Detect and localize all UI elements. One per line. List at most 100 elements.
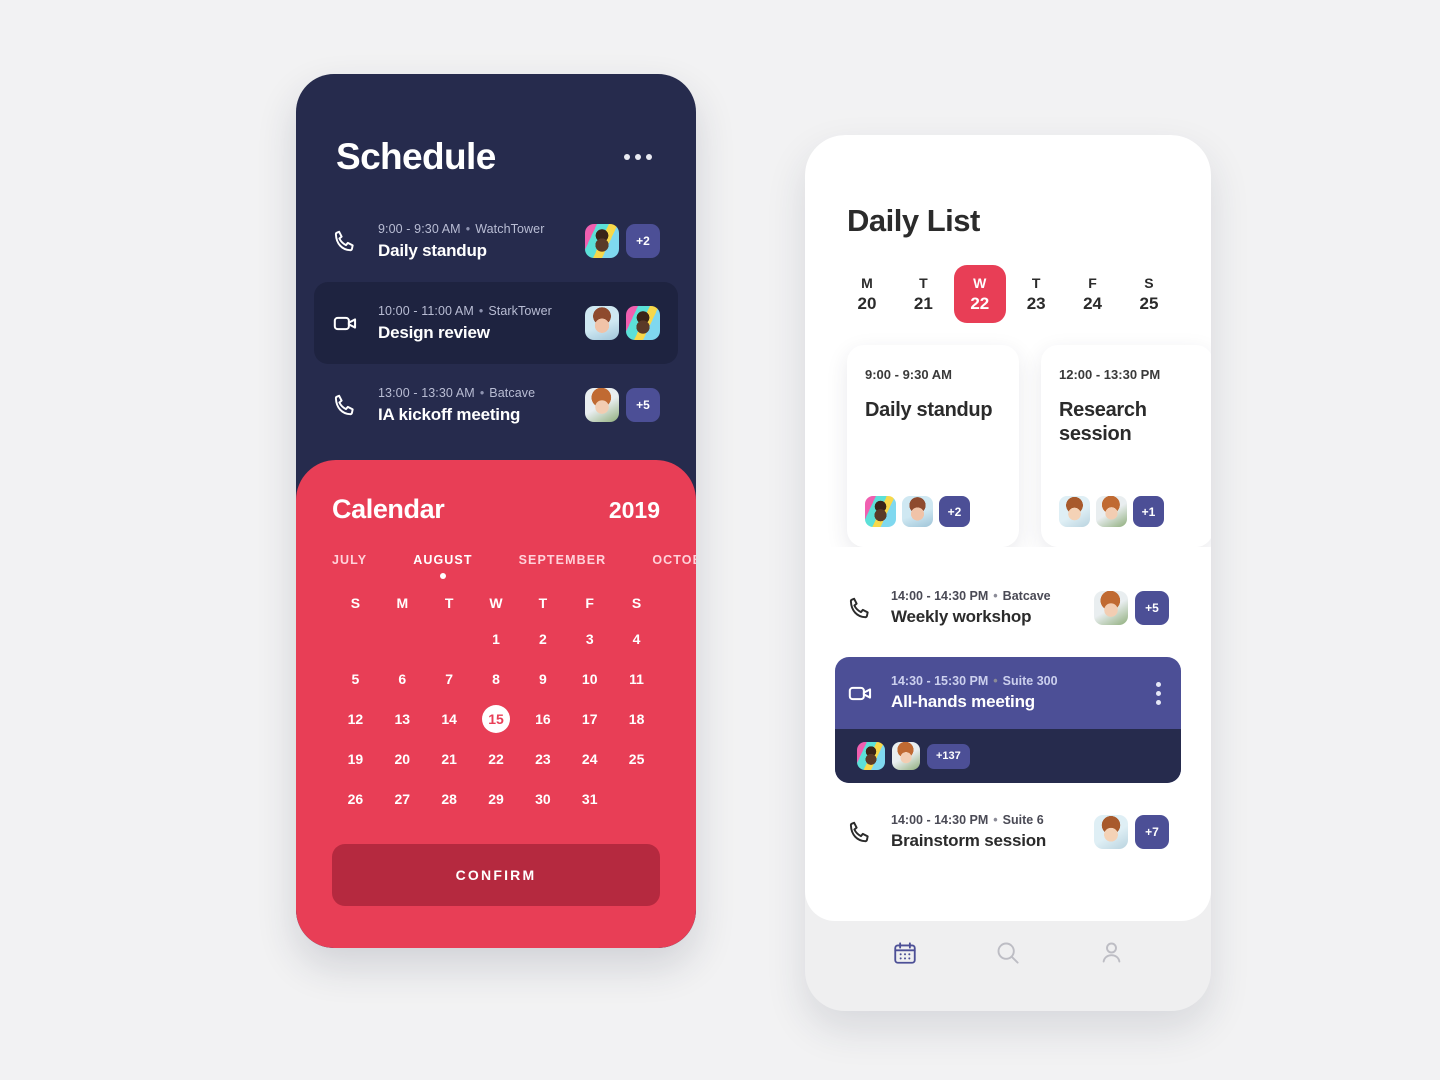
attendee-avatars[interactable]: +1	[1059, 496, 1195, 527]
month-tab-july[interactable]: JULY	[332, 553, 367, 579]
calendar-day[interactable]: 22	[473, 745, 520, 773]
attendee-avatars[interactable]	[585, 306, 660, 340]
day-selector-item-24[interactable]: F 24	[1067, 265, 1119, 323]
day-letter: F	[1088, 274, 1097, 291]
avatar	[1096, 496, 1127, 527]
month-tab-august[interactable]: AUGUST	[413, 553, 472, 579]
event-list-item[interactable]: 14:00 - 14:30 PM • Suite 6 Brainstorm sess…	[835, 795, 1181, 869]
avatar-overflow-badge[interactable]: +5	[626, 388, 660, 422]
schedule-event-row[interactable]: 9:00 - 9:30 AM • WatchTower Daily standup …	[314, 200, 678, 282]
calendar-day[interactable]: 2	[519, 625, 566, 653]
calendar-day[interactable]: 7	[426, 665, 473, 693]
attendee-avatars[interactable]: +5	[585, 388, 660, 422]
calendar-day[interactable]: 16	[519, 705, 566, 733]
avatar-overflow-badge[interactable]: +2	[939, 496, 970, 527]
calendar-day[interactable]: 13	[379, 705, 426, 733]
calendar-day[interactable]: 6	[379, 665, 426, 693]
event-list-item-highlighted[interactable]: 14:30 - 15:30 PM • Suite 300 All-hands mee…	[835, 657, 1181, 783]
calendar-day[interactable]: 4	[613, 625, 660, 653]
calendar-day[interactable]: 1	[473, 625, 520, 653]
calendar-day[interactable]: 28	[426, 785, 473, 813]
day-number: 23	[1026, 293, 1046, 313]
month-tab-september[interactable]: SEPTEMBER	[519, 553, 607, 579]
calendar-day[interactable]: 14	[426, 705, 473, 733]
event-meta: 10:00 - 11:00 AM • StarkTower	[378, 303, 552, 318]
avatar-overflow-badge[interactable]: +5	[1135, 591, 1169, 625]
calendar-day[interactable]: 25	[613, 745, 660, 773]
profile-icon	[1098, 939, 1125, 971]
calendar-day[interactable]: 10	[566, 665, 613, 693]
avatar-overflow-badge[interactable]: +1	[1133, 496, 1164, 527]
event-card[interactable]: 12:00 - 13:30 PM Research session +1	[1041, 345, 1211, 547]
day-selector-item-21[interactable]: T 21	[897, 265, 949, 323]
event-meta: 9:00 - 9:30 AM • WatchTower	[378, 221, 545, 236]
weekday-label: F	[585, 595, 594, 611]
confirm-button[interactable]: CONFIRM	[332, 844, 660, 906]
day-number: 25	[1139, 293, 1159, 313]
avatar	[585, 224, 619, 258]
more-horizontal-icon[interactable]	[620, 144, 656, 170]
calendar-day-selected[interactable]: 15	[473, 705, 520, 733]
video-icon	[332, 310, 378, 337]
calendar-day[interactable]: 20	[379, 745, 426, 773]
event-card-carousel[interactable]: 9:00 - 9:30 AM Daily standup +2 12:00 - …	[805, 323, 1211, 547]
avatar-overflow-badge[interactable]: +7	[1135, 815, 1169, 849]
calendar-day[interactable]: 23	[519, 745, 566, 773]
calendar-day[interactable]: 30	[519, 785, 566, 813]
calendar-day[interactable]: 18	[613, 705, 660, 733]
day-number: 21	[913, 293, 933, 313]
attendee-avatars[interactable]: +7	[1094, 815, 1169, 849]
weekday-label: T	[538, 595, 548, 611]
calendar-header: Calendar 2019	[332, 494, 660, 525]
day-selector[interactable]: M 20 T 21 W 22 T 23 F 24 S 25	[805, 239, 1211, 323]
day-letter: M	[861, 274, 873, 291]
month-tab-october[interactable]: OCTOBER	[652, 553, 696, 579]
calendar-day[interactable]: 26	[332, 785, 379, 813]
day-selector-item-23[interactable]: T 23	[1010, 265, 1062, 323]
event-card[interactable]: 9:00 - 9:30 AM Daily standup +2	[847, 345, 1019, 547]
nav-calendar-button[interactable]	[878, 932, 932, 978]
phone-icon	[847, 819, 891, 845]
attendee-avatars[interactable]: +2	[865, 496, 1001, 527]
calendar-panel: Calendar 2019 JULY AUGUST SEPTEMBER OCTO…	[296, 460, 696, 948]
weekday-header: S M T W T F S	[332, 595, 660, 611]
calendar-day[interactable]: 27	[379, 785, 426, 813]
avatar	[585, 388, 619, 422]
day-selector-item-25[interactable]: S 25	[1123, 265, 1175, 323]
highlight-attendees[interactable]: +137	[835, 729, 1181, 783]
avatar-overflow-badge[interactable]: +137	[927, 743, 970, 769]
daily-list-sheet: Daily List M 20 T 21 W 22 T 23 F 24 S 25…	[805, 135, 1211, 921]
calendar-day[interactable]: 11	[613, 665, 660, 693]
calendar-title: Calendar	[332, 494, 445, 524]
event-list-item[interactable]: 14:00 - 14:30 PM • Batcave Weekly workshop…	[835, 571, 1181, 645]
calendar-day[interactable]: 8	[473, 665, 520, 693]
event-name: Daily standup	[378, 240, 487, 260]
calendar-day[interactable]: 29	[473, 785, 520, 813]
calendar-day[interactable]: 12	[332, 705, 379, 733]
calendar-day[interactable]: 17	[566, 705, 613, 733]
attendee-avatars[interactable]: +5	[1094, 591, 1169, 625]
nav-search-button[interactable]	[981, 932, 1035, 978]
attendee-avatars[interactable]: +2	[585, 224, 660, 258]
schedule-event-row-selected[interactable]: 10:00 - 11:00 AM • StarkTower Design revie…	[314, 282, 678, 364]
calendar-day[interactable]: 9	[519, 665, 566, 693]
schedule-event-row[interactable]: 13:00 - 13:30 AM • Batcave IA kickoff meet…	[314, 364, 678, 446]
day-number: 24	[1083, 293, 1103, 313]
schedule-event-list: 9:00 - 9:30 AM • WatchTower Daily standup …	[296, 178, 696, 446]
phone-icon	[332, 228, 378, 254]
nav-profile-button[interactable]	[1084, 932, 1138, 978]
day-selector-item-22-selected[interactable]: W 22	[953, 265, 1006, 323]
calendar-day[interactable]: 21	[426, 745, 473, 773]
day-selector-item-20[interactable]: M 20	[841, 265, 893, 323]
weekday-label: M	[396, 595, 409, 611]
calendar-day[interactable]: 24	[566, 745, 613, 773]
month-selector[interactable]: JULY AUGUST SEPTEMBER OCTOBER	[332, 553, 696, 579]
highlight-header[interactable]: 14:30 - 15:30 PM • Suite 300 All-hands mee…	[835, 657, 1181, 729]
calendar-day[interactable]: 5	[332, 665, 379, 693]
more-vertical-icon[interactable]	[1148, 674, 1169, 713]
calendar-year[interactable]: 2019	[609, 497, 660, 524]
calendar-day[interactable]: 3	[566, 625, 613, 653]
avatar-overflow-badge[interactable]: +2	[626, 224, 660, 258]
calendar-day[interactable]: 19	[332, 745, 379, 773]
calendar-day[interactable]: 31	[566, 785, 613, 813]
